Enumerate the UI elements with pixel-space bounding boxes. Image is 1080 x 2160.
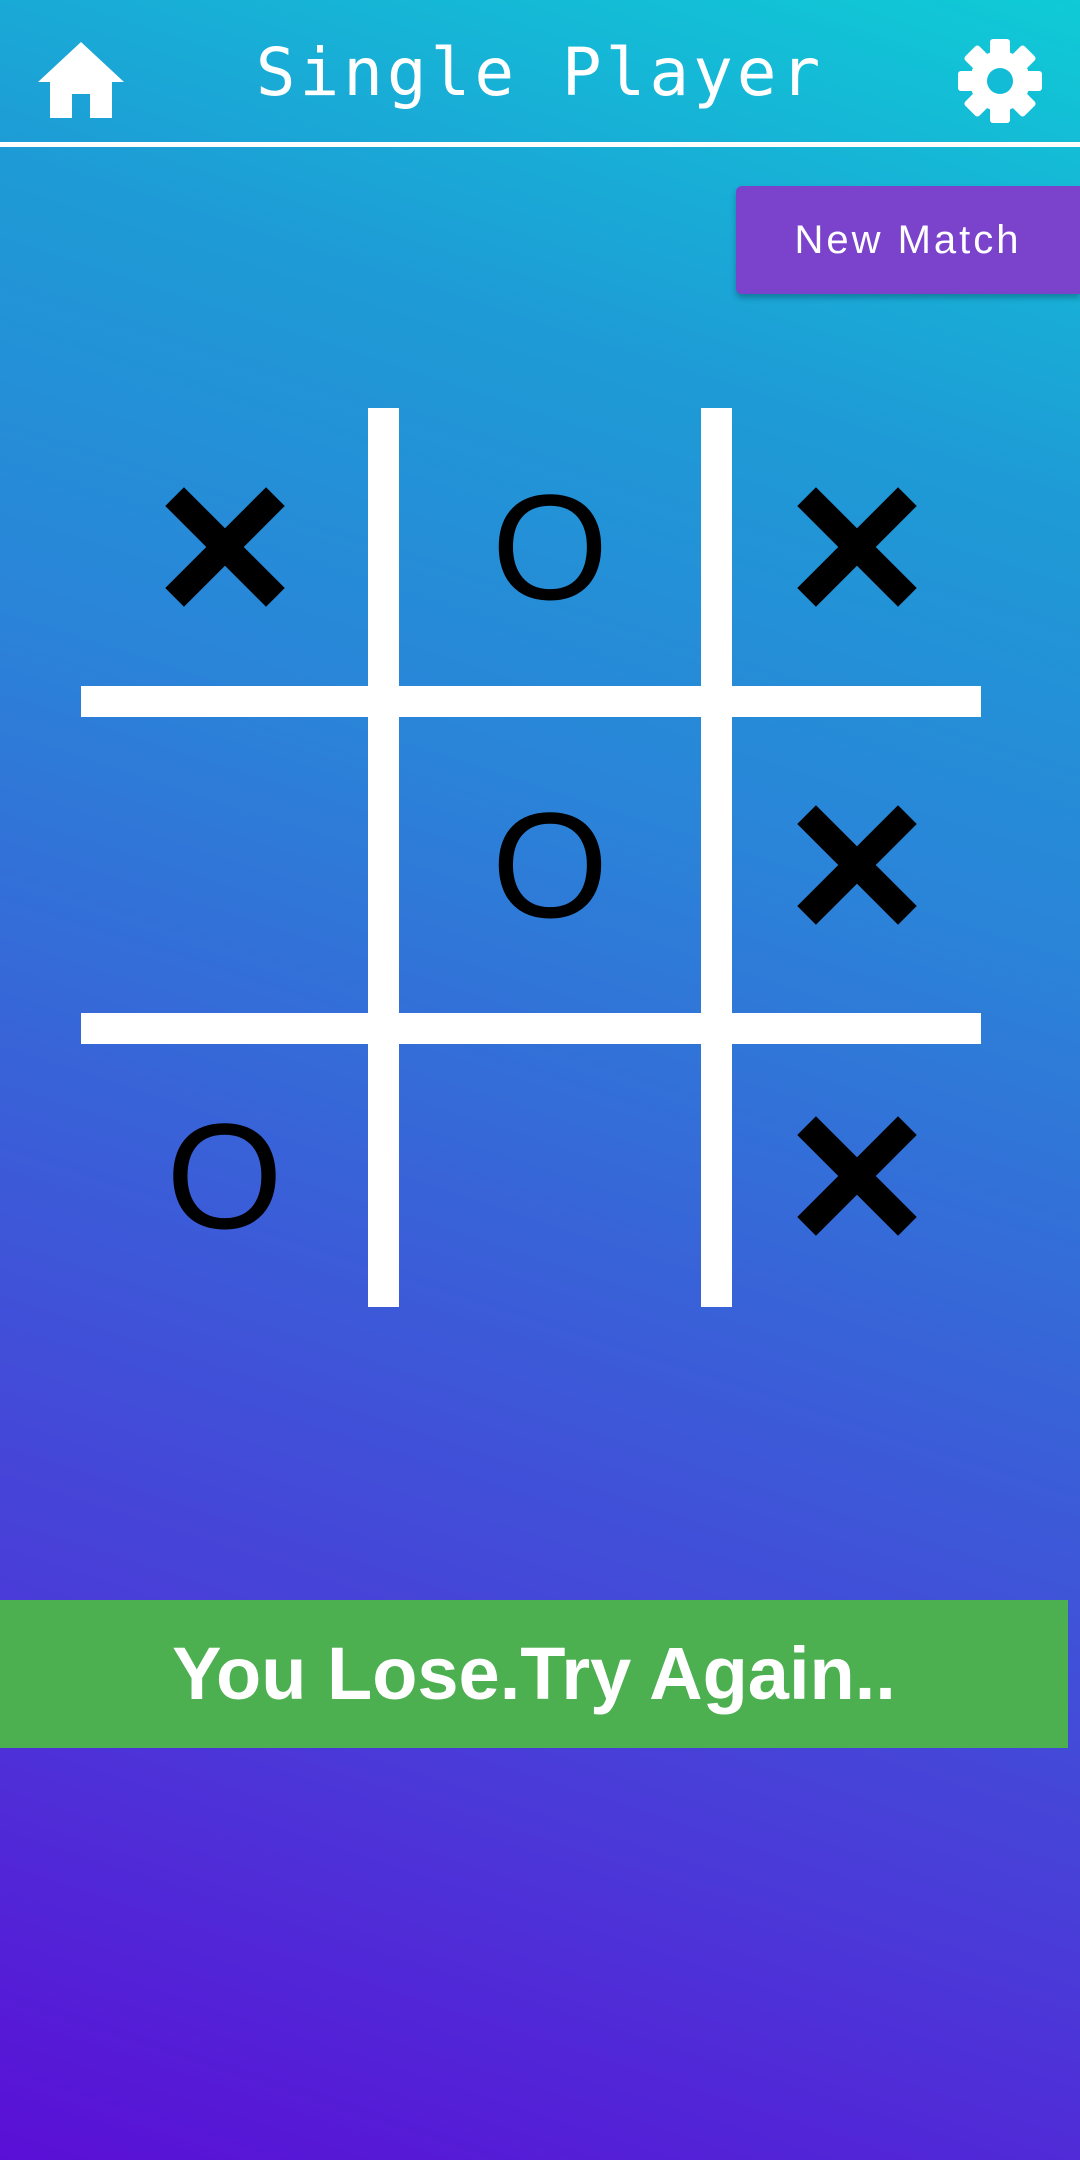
- grid-line-horizontal-1: [81, 686, 981, 717]
- o-mark: O: [166, 1091, 283, 1260]
- o-mark: O: [491, 781, 609, 949]
- board-cell[interactable]: O: [81, 1044, 368, 1307]
- top-bar: Single Player: [0, 0, 1080, 145]
- board-cell[interactable]: [732, 1044, 981, 1307]
- new-match-button[interactable]: New Match: [736, 186, 1080, 294]
- board-cell[interactable]: [81, 408, 368, 686]
- gear-icon: [958, 39, 1042, 123]
- board-cell[interactable]: O: [399, 717, 701, 1013]
- o-mark: O: [491, 463, 609, 631]
- board-cell[interactable]: [81, 717, 368, 1013]
- x-mark-icon: [164, 487, 285, 607]
- x-mark-icon: [796, 1115, 917, 1236]
- home-button[interactable]: [36, 38, 126, 120]
- page-title: Single Player: [255, 34, 825, 111]
- grid-line-vertical-1: [368, 408, 399, 1307]
- board-cell[interactable]: [399, 1044, 701, 1307]
- x-mark-icon: [796, 805, 917, 925]
- x-mark-icon: [796, 487, 917, 607]
- grid-line-horizontal-2: [81, 1013, 981, 1044]
- board-cell[interactable]: [732, 717, 981, 1013]
- board-cell[interactable]: [732, 408, 981, 686]
- home-icon: [38, 42, 124, 118]
- settings-button[interactable]: [955, 36, 1045, 126]
- grid-line-vertical-2: [701, 408, 732, 1307]
- result-banner: You Lose.Try Again..: [0, 1600, 1068, 1748]
- header-divider: [0, 142, 1080, 147]
- game-board: O O O: [0, 0, 1080, 2160]
- board-cell[interactable]: O: [399, 408, 701, 686]
